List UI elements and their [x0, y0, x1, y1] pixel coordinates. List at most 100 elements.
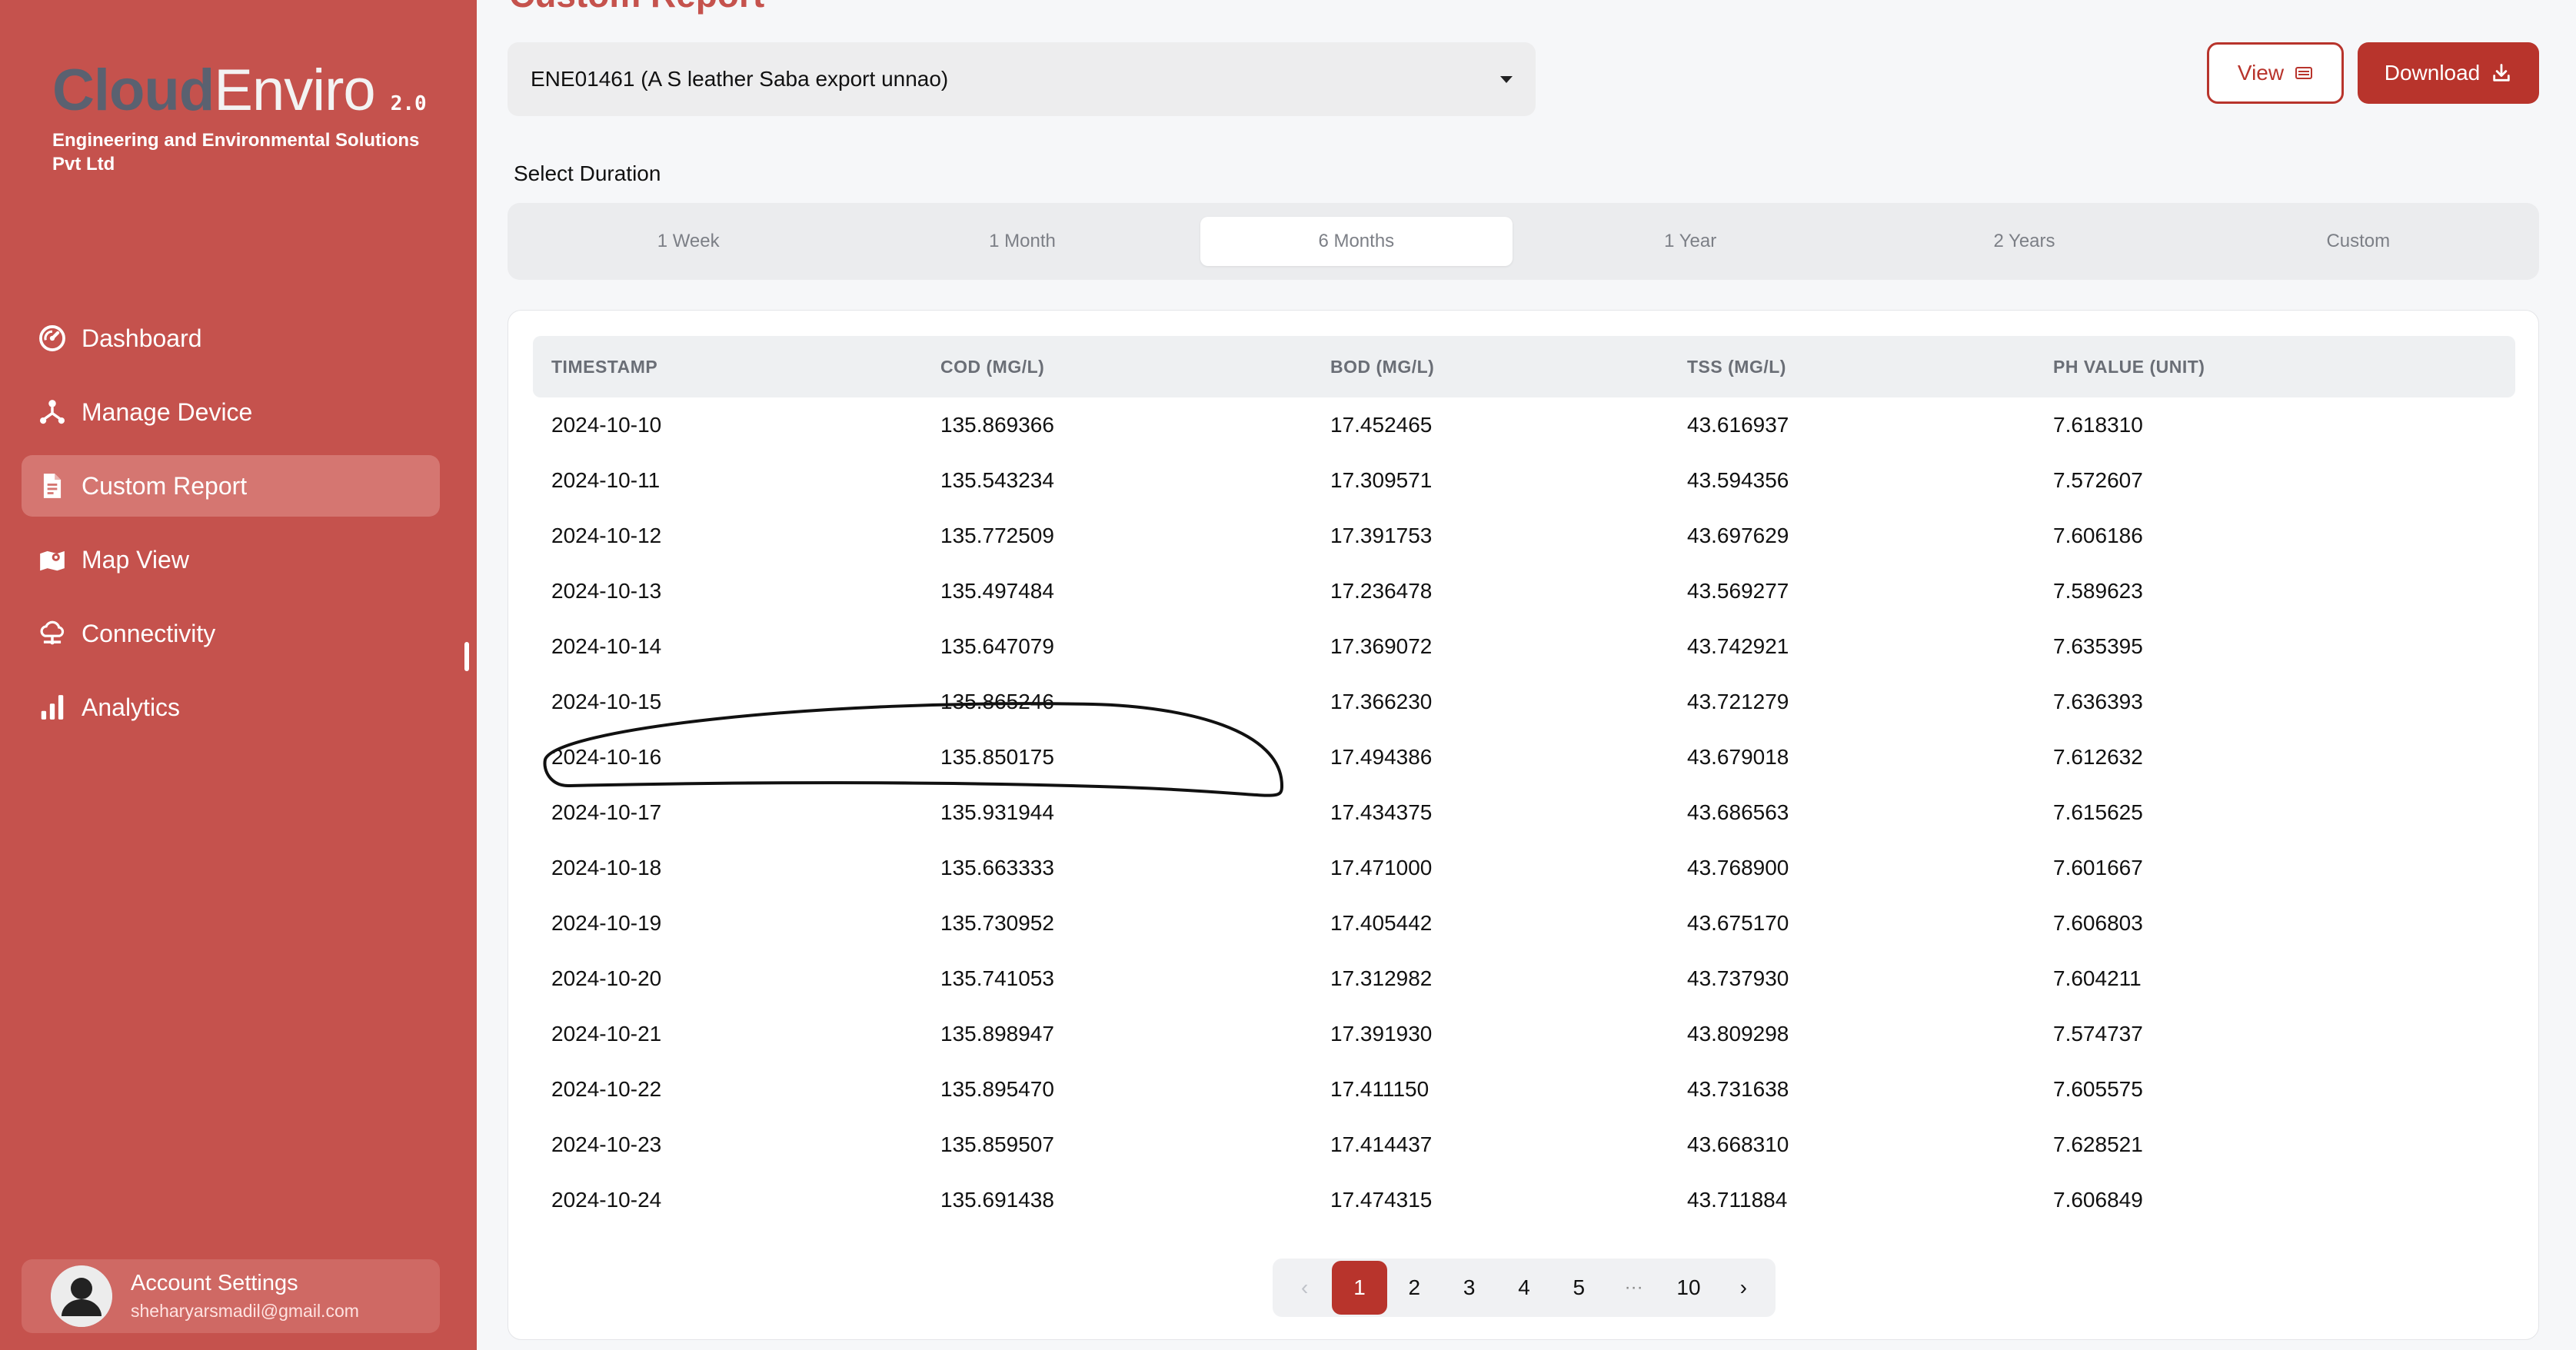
- table-row[interactable]: 2024-10-22 135.895470 17.411150 43.731638 7.…: [508, 1062, 2538, 1117]
- cell-bod: 17.494386: [1330, 745, 1433, 769]
- logo-enviro-text: Enviro: [214, 58, 375, 123]
- cell-ph: 7.572607: [2053, 468, 2143, 492]
- account-settings[interactable]: Account Settings sheharyarsmadil@gmail.c…: [22, 1259, 440, 1333]
- cell-tss: 43.569277: [1687, 579, 1789, 603]
- sidebar-item-manage-device[interactable]: Manage Device: [22, 381, 440, 443]
- column-header-tss[interactable]: TSS (MG/L): [1687, 336, 1786, 397]
- sidebar-item-dashboard[interactable]: Dashboard: [22, 308, 440, 369]
- cell-tss: 43.768900: [1687, 856, 1789, 879]
- tab-1-week[interactable]: 1 Week: [532, 217, 844, 266]
- cell-bod: 17.369072: [1330, 634, 1433, 658]
- cell-bod: 17.434375: [1330, 800, 1433, 824]
- brand-logo[interactable]: Cloud Enviro 2.0 Engineering and Environ…: [52, 57, 429, 176]
- device-select-value: ENE01461 (A S leather Saba export unnao): [531, 67, 949, 91]
- view-button-label: View: [2237, 61, 2285, 85]
- cell-timestamp: 2024-10-22: [551, 1077, 662, 1101]
- column-header-ph[interactable]: PH VALUE (UNIT): [2053, 336, 2205, 397]
- pagination-page-4[interactable]: 4: [1496, 1261, 1551, 1315]
- table-row[interactable]: 2024-10-24 135.691438 17.474315 43.711884 7.…: [508, 1172, 2538, 1228]
- sidebar-item-label: Custom Report: [82, 471, 248, 500]
- cell-tss: 43.686563: [1687, 800, 1789, 824]
- cell-timestamp: 2024-10-17: [551, 800, 662, 824]
- table-row[interactable]: 2024-10-10 135.869366 17.452465 43.616937 7.…: [508, 397, 2538, 453]
- cell-tss: 43.675170: [1687, 911, 1789, 935]
- view-button[interactable]: View: [2207, 42, 2344, 104]
- tab-6-months[interactable]: 6 Months: [1200, 217, 1513, 266]
- pagination-page-5[interactable]: 5: [1552, 1261, 1606, 1315]
- cell-ph: 7.615625: [2053, 800, 2143, 824]
- tab-1-month[interactable]: 1 Month: [866, 217, 1178, 266]
- avatar: [51, 1265, 112, 1327]
- device-select[interactable]: ENE01461 (A S leather Saba export unnao): [508, 42, 1536, 116]
- cell-tss: 43.742921: [1687, 634, 1789, 658]
- cell-bod: 17.405442: [1330, 911, 1433, 935]
- sidebar-item-analytics[interactable]: Analytics: [22, 677, 440, 738]
- cell-cod: 135.931944: [940, 800, 1054, 824]
- cell-bod: 17.474315: [1330, 1188, 1433, 1212]
- sidebar-scroll-handle[interactable]: [464, 642, 469, 671]
- cell-tss: 43.731638: [1687, 1077, 1789, 1101]
- sidebar-item-custom-report[interactable]: Custom Report: [22, 455, 440, 517]
- cell-cod: 135.663333: [940, 856, 1054, 879]
- pagination-page-3[interactable]: 3: [1442, 1261, 1496, 1315]
- cell-tss: 43.721279: [1687, 690, 1789, 713]
- cell-bod: 17.312982: [1330, 966, 1433, 990]
- sidebar: Cloud Enviro 2.0 Engineering and Environ…: [0, 0, 477, 1350]
- pagination-prev-button[interactable]: ‹: [1277, 1261, 1332, 1315]
- table-row[interactable]: 2024-10-20 135.741053 17.312982 43.737930 7.…: [508, 951, 2538, 1006]
- report-table-card: TIMESTAMP COD (MG/L) BOD (MG/L) TSS (MG/…: [508, 310, 2539, 1340]
- cell-ph: 7.612632: [2053, 745, 2143, 769]
- dashboard-gauge-icon: [35, 321, 69, 355]
- cell-cod: 135.772509: [940, 524, 1054, 547]
- cell-ph: 7.618310: [2053, 413, 2143, 437]
- cell-cod: 135.869366: [940, 413, 1054, 437]
- cell-tss: 43.809298: [1687, 1022, 1789, 1046]
- column-header-cod[interactable]: COD (MG/L): [940, 336, 1044, 397]
- cell-ph: 7.589623: [2053, 579, 2143, 603]
- table-row[interactable]: 2024-10-14 135.647079 17.369072 43.742921 7.…: [508, 619, 2538, 674]
- cell-tss: 43.668310: [1687, 1132, 1789, 1156]
- table-row[interactable]: 2024-10-11 135.543234 17.309571 43.594356 7.…: [508, 453, 2538, 508]
- cell-ph: 7.606186: [2053, 524, 2143, 547]
- pagination-page-1[interactable]: 1: [1332, 1261, 1387, 1315]
- cell-ph: 7.636393: [2053, 690, 2143, 713]
- sidebar-item-map-view[interactable]: Map View: [22, 529, 440, 590]
- table-row[interactable]: 2024-10-17 135.931944 17.434375 43.686563 7.…: [508, 785, 2538, 840]
- cell-tss: 43.616937: [1687, 413, 1789, 437]
- cell-tss: 43.594356: [1687, 468, 1789, 492]
- pagination-page-10[interactable]: 10: [1661, 1261, 1716, 1315]
- cell-timestamp: 2024-10-24: [551, 1188, 662, 1212]
- table-row[interactable]: 2024-10-19 135.730952 17.405442 43.675170 7.…: [508, 896, 2538, 951]
- pagination-page-2[interactable]: 2: [1387, 1261, 1442, 1315]
- duration-tabs: 1 Week 1 Month 6 Months 1 Year 2 Years C…: [508, 203, 2539, 280]
- sidebar-item-label: Manage Device: [82, 397, 253, 426]
- cell-timestamp: 2024-10-16: [551, 745, 662, 769]
- table-row[interactable]: 2024-10-23 135.859507 17.414437 43.668310 7.…: [508, 1117, 2538, 1172]
- download-button[interactable]: Download: [2358, 42, 2539, 104]
- version-label: 2.0: [390, 92, 427, 115]
- table-row[interactable]: 2024-10-12 135.772509 17.391753 43.697629 7.…: [508, 508, 2538, 564]
- cell-bod: 17.414437: [1330, 1132, 1433, 1156]
- cell-cod: 135.497484: [940, 579, 1054, 603]
- table-row[interactable]: 2024-10-21 135.898947 17.391930 43.809298 7.…: [508, 1006, 2538, 1062]
- table-row[interactable]: 2024-10-18 135.663333 17.471000 43.768900 7.…: [508, 840, 2538, 896]
- tab-custom[interactable]: Custom: [2202, 217, 2514, 266]
- cell-bod: 17.391930: [1330, 1022, 1433, 1046]
- cell-bod: 17.391753: [1330, 524, 1433, 547]
- table-row[interactable]: 2024-10-15 135.865246 17.366230 43.721279 7.…: [508, 674, 2538, 730]
- report-document-icon: [35, 469, 69, 503]
- duration-label: Select Duration: [514, 161, 661, 185]
- tab-2-years[interactable]: 2 Years: [1868, 217, 2180, 266]
- table-row[interactable]: 2024-10-16 135.850175 17.494386 43.679018 7.…: [508, 730, 2538, 785]
- sidebar-item-connectivity[interactable]: Connectivity: [22, 603, 440, 664]
- cell-cod: 135.865246: [940, 690, 1054, 713]
- column-header-bod[interactable]: BOD (MG/L): [1330, 336, 1434, 397]
- column-header-timestamp[interactable]: TIMESTAMP: [551, 336, 657, 397]
- cell-bod: 17.452465: [1330, 413, 1433, 437]
- pagination-next-button[interactable]: ›: [1716, 1261, 1771, 1315]
- account-email: sheharyarsmadil@gmail.com: [131, 1301, 359, 1321]
- cell-timestamp: 2024-10-18: [551, 856, 662, 879]
- table-row[interactable]: 2024-10-13 135.497484 17.236478 43.569277 7.…: [508, 564, 2538, 619]
- cell-ph: 7.606803: [2053, 911, 2143, 935]
- tab-1-year[interactable]: 1 Year: [1534, 217, 1846, 266]
